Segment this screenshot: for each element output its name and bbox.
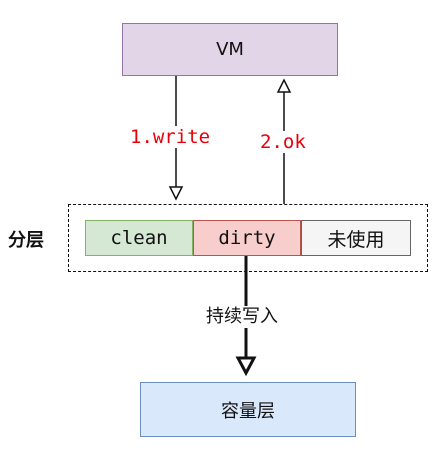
tier-group-label: 分层 <box>8 230 44 251</box>
capacity-layer-label: 容量层 <box>221 400 275 422</box>
segment-unused-label: 未使用 <box>327 228 385 251</box>
write-edge-label: 1.write <box>128 126 213 148</box>
persist-arrow-head <box>235 356 257 377</box>
segment-unused: 未使用 <box>301 220 411 256</box>
vm-node: VM <box>122 23 338 76</box>
persist-edge-label: 持续写入 <box>205 306 279 328</box>
ok-arrow-head <box>276 78 292 93</box>
segment-clean-label: clean <box>110 227 168 249</box>
capacity-layer-node: 容量层 <box>140 382 356 437</box>
segment-dirty-label: dirty <box>218 227 276 249</box>
segment-clean: clean <box>85 220 193 256</box>
vm-label: VM <box>216 39 244 60</box>
ok-edge-label: 2.ok <box>258 131 308 153</box>
segment-dirty: dirty <box>193 220 301 256</box>
write-arrow-head <box>168 186 184 201</box>
